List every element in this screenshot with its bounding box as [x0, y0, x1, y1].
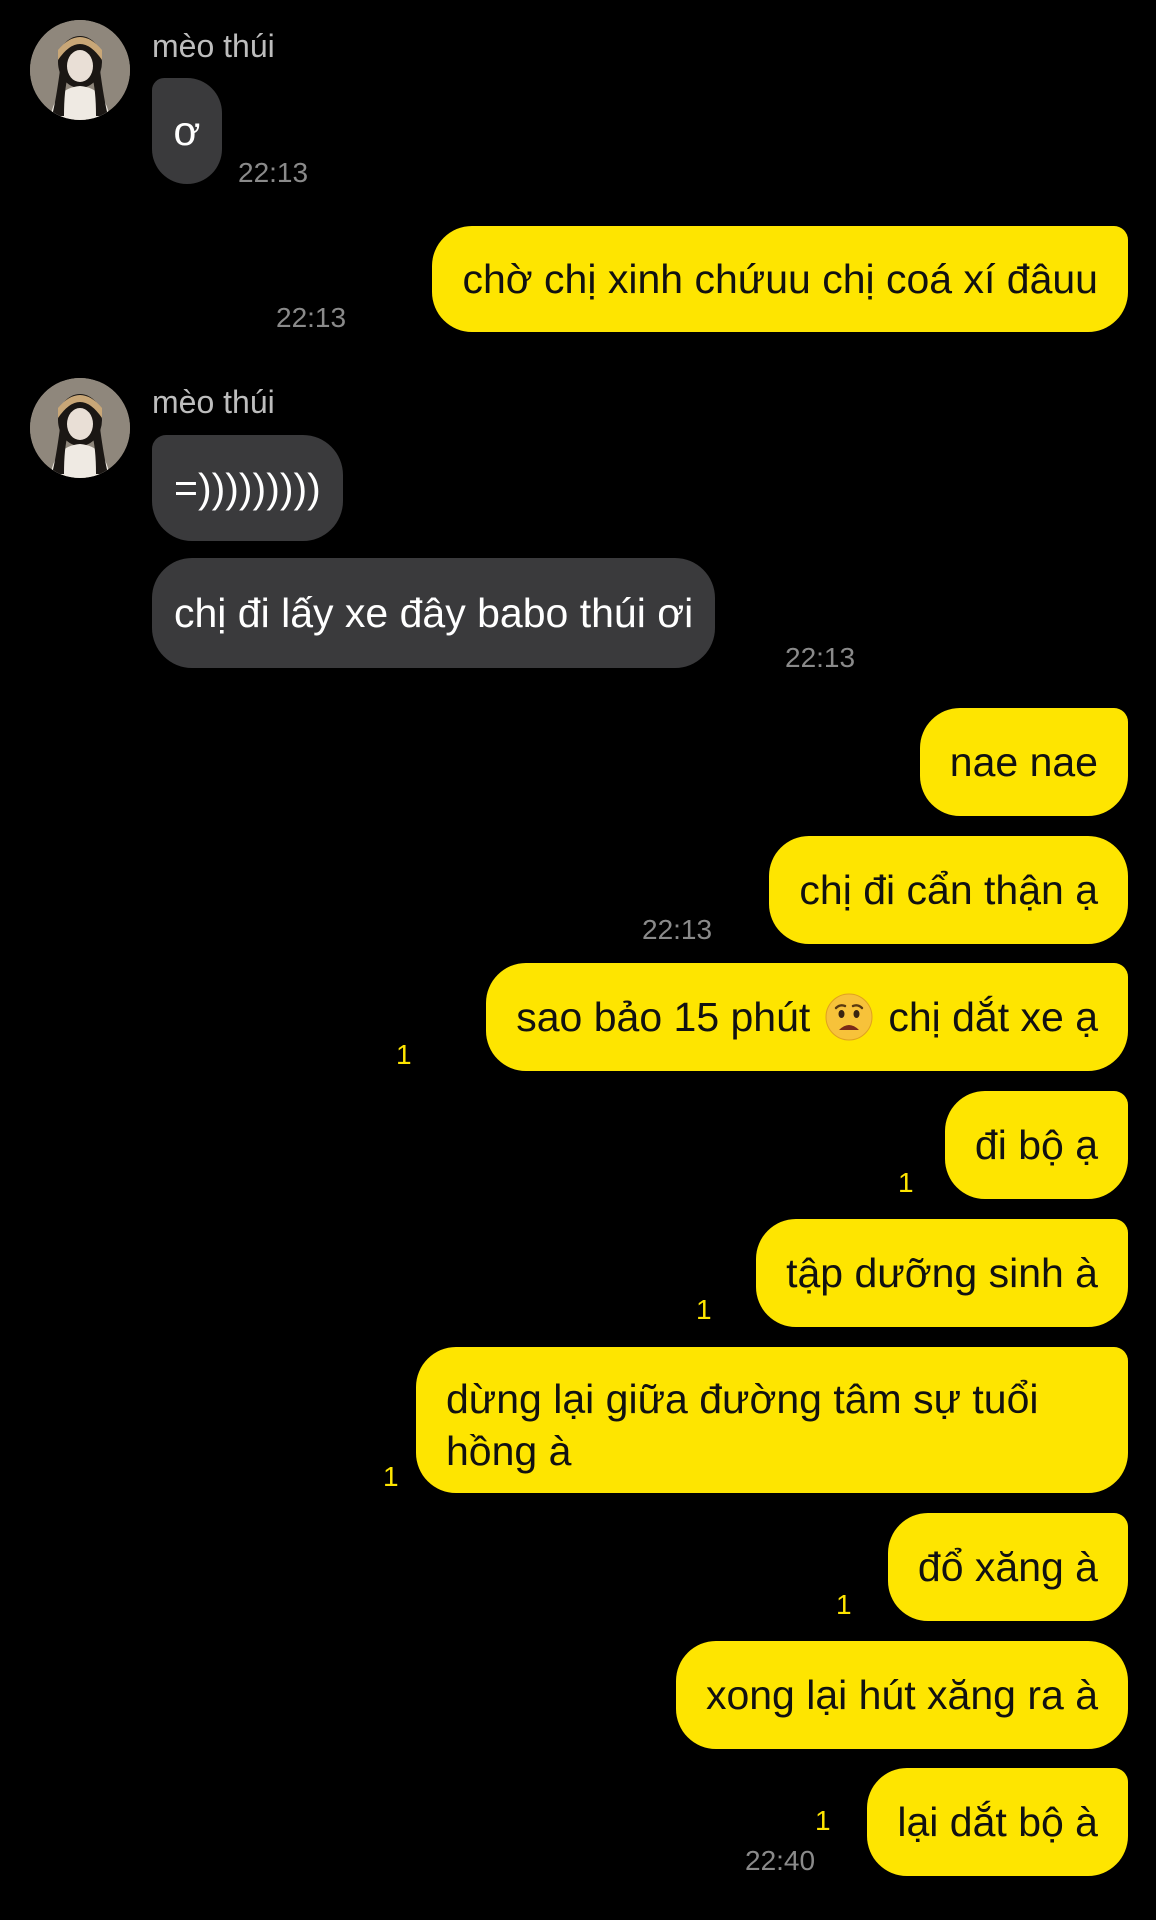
message-text: chị đi cẩn thận ạ [799, 867, 1098, 913]
outgoing-message-bubble[interactable]: dừng lại giữa đường tâm sự tuổi hồng à [416, 1347, 1128, 1493]
contact-avatar[interactable] [30, 378, 130, 478]
message-text: xong lại hút xăng ra à [705, 1672, 1098, 1718]
outgoing-message-bubble[interactable]: sao bảo 15 phút chị dắt xe ạ [486, 963, 1128, 1071]
message-timestamp: 22:40 [745, 1845, 816, 1876]
message-text: tập dưỡng sinh à [786, 1250, 1098, 1296]
message-text: lại dắt bộ à [897, 1799, 1098, 1845]
unread-count: 1 [836, 1589, 852, 1620]
avatar-photo-icon [30, 378, 130, 478]
outgoing-message-bubble[interactable]: đổ xăng à [887, 1513, 1128, 1621]
outgoing-message-bubble[interactable]: chị đi cẩn thận ạ [769, 836, 1128, 944]
avatar-photo-icon [30, 20, 130, 120]
outgoing-message-bubble[interactable]: đi bộ ạ [944, 1091, 1128, 1199]
outgoing-message-bubble[interactable]: tập dưỡng sinh à [756, 1219, 1128, 1327]
message-text: đổ xăng à [917, 1544, 1098, 1590]
message-text: dừng lại giữa đường tâm sự tuổi hồng à [446, 1376, 1039, 1474]
unread-count: 1 [815, 1805, 831, 1836]
incoming-message-bubble[interactable]: chị đi lấy xe đây babo thúi ơi [152, 558, 716, 668]
message-text: nae nae [949, 739, 1098, 785]
unread-count: 1 [383, 1461, 399, 1492]
message-text: sao bảo 15 phút [516, 994, 811, 1040]
unread-count: 1 [696, 1294, 712, 1325]
incoming-message-bubble[interactable]: ơ [152, 78, 222, 184]
message-text: chị dắt xe ạ [888, 994, 1098, 1040]
message-timestamp: 22:13 [238, 157, 309, 188]
message-timestamp: 22:13 [785, 642, 856, 673]
sender-name: mèo thúi [152, 384, 275, 420]
unread-count: 1 [396, 1039, 412, 1070]
outgoing-message-bubble[interactable]: nae nae [919, 708, 1128, 816]
message-timestamp: 22:13 [642, 914, 713, 945]
contact-avatar[interactable] [30, 20, 130, 120]
unread-count: 1 [898, 1167, 914, 1198]
outgoing-message-bubble[interactable]: chờ chị xinh chứuu chị coá xí đâuu [432, 226, 1128, 332]
outgoing-message-bubble[interactable]: lại dắt bộ à [867, 1768, 1128, 1876]
message-text: chị đi lấy xe đây babo thúi ơi [174, 590, 694, 636]
sender-name: mèo thúi [152, 28, 275, 64]
message-text: ơ [173, 108, 201, 154]
worried-face-emoji-icon [824, 992, 874, 1042]
message-text: chờ chị xinh chứuu chị coá xí đâuu [462, 256, 1098, 302]
chat-view[interactable]: mèo thúi ơ 22:13 chờ chị xinh chứuu chị … [0, 0, 1156, 1920]
incoming-message-bubble[interactable]: =))))))))) [152, 435, 343, 541]
message-text: đi bộ ạ [974, 1122, 1098, 1168]
message-timestamp: 22:13 [276, 302, 347, 333]
message-text: =))))))))) [174, 465, 321, 511]
outgoing-message-bubble[interactable]: xong lại hút xăng ra à [675, 1641, 1128, 1749]
